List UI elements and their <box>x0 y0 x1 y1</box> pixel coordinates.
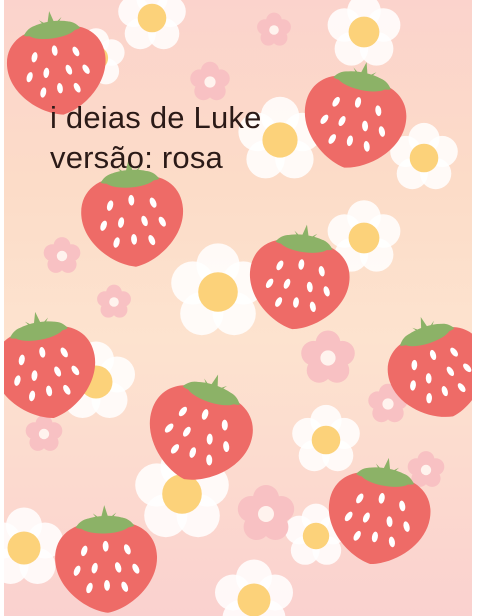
flower-icon <box>43 237 81 273</box>
screenshot-frame: i deias de Luke versão: rosa <box>0 0 480 616</box>
flower-icon <box>407 451 445 487</box>
flower-icon <box>190 61 230 101</box>
flower-icon <box>25 415 63 451</box>
flower-icon <box>292 404 360 472</box>
flower-icon <box>237 485 295 540</box>
flower-icon <box>327 0 401 66</box>
flower-icon <box>4 507 63 584</box>
flower-icon <box>97 284 131 318</box>
caption-title: i deias de Luke <box>50 100 262 135</box>
flower-icon <box>118 0 186 50</box>
caption: i deias de Luke versão: rosa <box>50 98 262 178</box>
strawberry-pattern <box>4 0 472 616</box>
strawberry-icon <box>53 503 159 615</box>
wallpaper-card: i deias de Luke versão: rosa <box>4 0 472 616</box>
flower-icon <box>257 12 291 46</box>
flower-icon <box>301 330 355 383</box>
caption-subtitle: versão: rosa <box>50 140 223 175</box>
flower-icon <box>215 559 293 616</box>
flower-icon <box>171 243 265 336</box>
